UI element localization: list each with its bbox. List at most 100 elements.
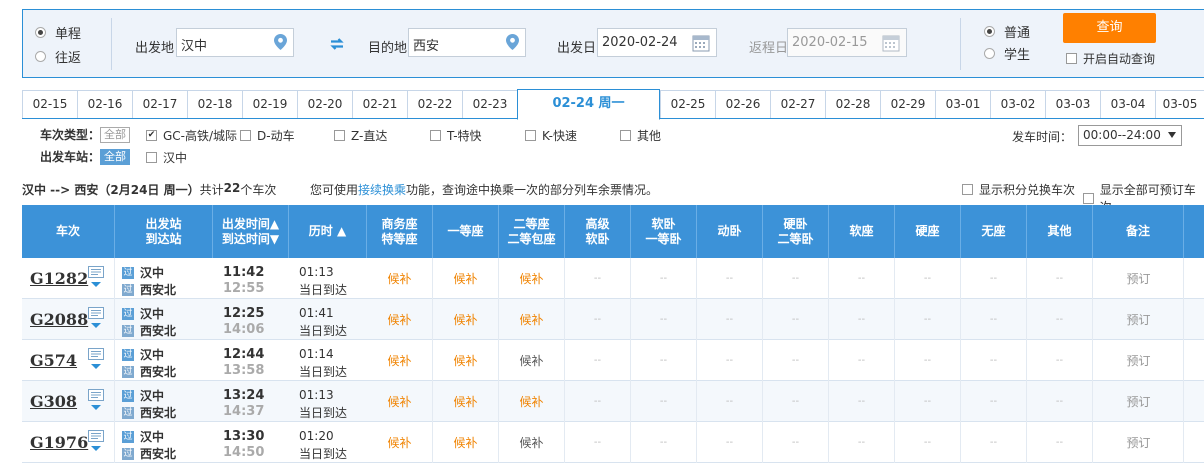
train-number-link[interactable]: G308	[30, 392, 77, 411]
column-header: 车次	[22, 205, 115, 258]
calendar-icon[interactable]	[692, 34, 710, 52]
date-tab[interactable]: 02-29	[880, 90, 935, 118]
seat-availability[interactable]: 候补	[453, 270, 477, 287]
seat-availability[interactable]: 候补	[519, 393, 543, 410]
date-tab[interactable]: 02-26	[715, 90, 770, 118]
seat-availability[interactable]: 候补	[387, 434, 411, 451]
swap-stations-icon[interactable]	[329, 38, 345, 50]
seat-availability[interactable]: 候补	[387, 270, 411, 287]
depart-time-select[interactable]: 00:00--24:00	[1078, 125, 1182, 146]
filter-k[interactable]: K-快速	[525, 127, 577, 144]
query-button[interactable]: 查询	[1063, 13, 1156, 43]
date-tab[interactable]: 02-28	[825, 90, 880, 118]
train-info-icon[interactable]	[88, 389, 104, 401]
date-tab[interactable]: 02-23	[462, 90, 517, 118]
calendar-icon[interactable]	[882, 34, 900, 52]
filter-other[interactable]: 其他	[620, 127, 661, 144]
date-tab-active[interactable]: 02-24 周一	[517, 89, 660, 120]
date-tab[interactable]: 02-17	[132, 90, 187, 118]
filter-station-hanzhong[interactable]: 汉中	[146, 149, 187, 166]
depart-time: 13:24	[223, 388, 265, 403]
date-tab[interactable]: 02-15	[22, 90, 77, 118]
seat-cell: --	[763, 299, 829, 340]
book-button[interactable]: 预订	[1126, 311, 1150, 328]
date-tab[interactable]: 02-16	[77, 90, 132, 118]
date-tab[interactable]: 02-18	[187, 90, 242, 118]
date-tab[interactable]: 03-03	[1045, 90, 1100, 118]
seat-availability[interactable]: 候补	[519, 434, 543, 451]
train-info-icon[interactable]	[88, 348, 104, 360]
seat-availability[interactable]: 候补	[519, 311, 543, 328]
seat-availability[interactable]: 候补	[519, 270, 543, 287]
column-header-line1: 出发站	[145, 216, 182, 231]
date-tab[interactable]: 03-04	[1100, 90, 1155, 118]
arrive-day: 当日到达	[299, 406, 348, 420]
seat-cell: 候补	[367, 299, 433, 340]
train-type-all-button[interactable]: 全部	[100, 126, 131, 143]
seat-availability[interactable]: 候补	[453, 393, 477, 410]
station-all-button[interactable]: 全部	[100, 148, 131, 165]
depart-date-input[interactable]: 2020-02-24	[597, 28, 717, 57]
seat-availability: --	[1055, 355, 1064, 366]
filter-gc[interactable]: ✔ GC-高铁/城际	[146, 127, 237, 144]
date-tab[interactable]: 02-21	[352, 90, 407, 118]
date-tab[interactable]: 02-19	[242, 90, 297, 118]
seat-availability[interactable]: 候补	[453, 352, 477, 369]
seat-availability[interactable]: 候补	[453, 434, 477, 451]
checkbox-icon	[1066, 53, 1077, 64]
train-number-link[interactable]: G1282	[30, 269, 88, 288]
expand-stops-icon[interactable]	[91, 282, 101, 287]
expand-stops-icon[interactable]	[91, 323, 101, 328]
column-header-line1: 软卧	[651, 216, 676, 231]
auto-query-checkbox[interactable]: 开启自动查询	[1066, 50, 1155, 67]
seat-availability[interactable]: 候补	[387, 311, 411, 328]
date-tab[interactable]: 02-27	[770, 90, 825, 118]
filter-z[interactable]: Z-直达	[334, 127, 387, 144]
date-tab[interactable]: 02-25	[660, 90, 715, 118]
seat-availability: --	[725, 396, 734, 407]
column-header[interactable]: 历时 ▲	[289, 205, 367, 258]
date-tab[interactable]: 02-20	[297, 90, 352, 118]
date-tab[interactable]: 03-01	[935, 90, 990, 118]
train-info-icon[interactable]	[88, 266, 104, 278]
passenger-normal[interactable]: 普通	[984, 22, 1030, 41]
trip-type-oneway[interactable]: 单程	[35, 23, 81, 42]
seat-availability: --	[593, 273, 602, 284]
expand-stops-icon[interactable]	[91, 405, 101, 410]
seat-availability[interactable]: 候补	[453, 311, 477, 328]
book-button[interactable]: 预订	[1126, 434, 1150, 451]
date-tab[interactable]: 02-22	[407, 90, 462, 118]
trip-type-roundtrip[interactable]: 往返	[35, 47, 81, 66]
seat-availability[interactable]: 候补	[519, 352, 543, 369]
filter-d[interactable]: D-动车	[240, 127, 295, 144]
duration: 01:14	[299, 347, 334, 361]
date-tab[interactable]: 03-05	[1155, 90, 1204, 118]
train-number-link[interactable]: G1976	[30, 433, 88, 452]
return-date-input[interactable]: 2020-02-15	[787, 28, 907, 57]
transfer-link[interactable]: 接续换乘	[358, 183, 406, 197]
seat-availability[interactable]: 候补	[387, 393, 411, 410]
show-points-checkbox[interactable]: 显示积分兑换车次	[962, 181, 1075, 198]
expand-stops-icon[interactable]	[91, 446, 101, 451]
train-info-icon[interactable]	[88, 307, 104, 319]
seat-availability: --	[1055, 437, 1064, 448]
seat-availability: --	[923, 355, 932, 366]
seat-availability[interactable]: 候补	[387, 352, 411, 369]
to-station-input[interactable]: 西安	[408, 28, 526, 57]
train-number-link[interactable]: G574	[30, 351, 77, 370]
filter-t[interactable]: T-特快	[430, 127, 482, 144]
column-header[interactable]: 出发时间▲ 到达时间▼	[213, 205, 289, 258]
seat-availability: --	[857, 314, 866, 325]
from-station: 过汉中	[122, 348, 165, 362]
to-station: 过西安北	[122, 365, 177, 379]
train-number-link[interactable]: G2088	[30, 310, 88, 329]
expand-stops-icon[interactable]	[91, 364, 101, 369]
passenger-student[interactable]: 学生	[984, 44, 1030, 63]
book-button[interactable]: 预订	[1126, 393, 1150, 410]
date-tab[interactable]: 03-02	[990, 90, 1045, 118]
book-button[interactable]: 预订	[1126, 270, 1150, 287]
train-info-icon[interactable]	[88, 430, 104, 442]
book-button[interactable]: 预订	[1126, 352, 1150, 369]
from-station-input[interactable]: 汉中	[176, 28, 294, 57]
seat-availability: --	[593, 314, 602, 325]
